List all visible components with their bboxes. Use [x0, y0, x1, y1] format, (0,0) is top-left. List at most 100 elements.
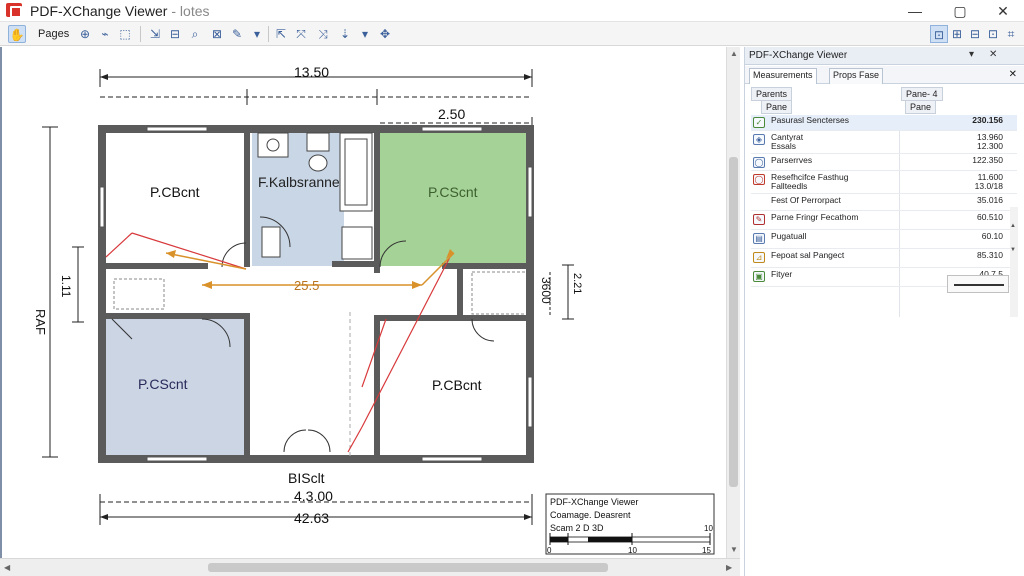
shield-icon: ◈ — [753, 134, 765, 145]
room-bottom-right-label: P.CBcnt — [432, 377, 482, 393]
column-header-right-1[interactable]: Pane- 4 — [901, 87, 943, 101]
panel-scroll-down-icon[interactable]: ▼ — [1010, 247, 1016, 253]
dim-left-small-label: 1.11 — [59, 275, 73, 298]
dim-right-label: 3600 — [539, 277, 553, 304]
column-header-left-1[interactable]: Parents — [751, 87, 793, 101]
scale-start-label: 0 — [547, 546, 552, 555]
typewriter-icon[interactable]: ⊠ — [208, 25, 226, 43]
attachments-icon[interactable]: ⌗ — [1002, 25, 1020, 43]
minimize-button[interactable]: — — [900, 2, 930, 20]
row-name: Resefhcifce Fasthug Fallteedls — [771, 172, 849, 191]
document-view[interactable]: 13.50 2.50 RAF 1.11 3600 2.21 25.5 P.CBc… — [0, 47, 726, 558]
row-value: 11.600 13.0/18 — [974, 172, 1003, 191]
toolbar-separator — [140, 26, 141, 42]
list-item[interactable]: ▤ Pugatuall 60.10 — [751, 231, 1017, 249]
pages-label[interactable]: Pages — [38, 28, 69, 40]
hand-tool-icon[interactable]: ✋ — [8, 25, 26, 43]
list-item[interactable]: ◯ Resefhcifce Fasthug Fallteedls 11.600 … — [751, 172, 1017, 194]
title-bar: PDF-XChange Viewer - lotes — ▢ ✕ — [0, 0, 1024, 22]
bookmarks-icon[interactable]: ⊟ — [966, 25, 984, 43]
pencil-icon: ✎ — [753, 214, 765, 225]
panel-tabs: Measurements Props Fase ✕ — [745, 66, 1024, 84]
row-name: Pugatuall — [771, 231, 807, 241]
ruler-icon: ⊿ — [753, 252, 765, 263]
zoom-in-icon[interactable]: ⊕ — [76, 25, 94, 43]
scale-mid-label: 10 — [628, 546, 637, 555]
row-name: Fityer — [771, 269, 793, 279]
list-item[interactable]: ◈ Cantyrat Essals 13.960 12.300 — [751, 132, 1017, 154]
horizontal-scroll-thumb[interactable] — [208, 563, 608, 572]
vertical-scrollbar[interactable]: ▲ ▼ — [726, 47, 740, 558]
line-tool-icon[interactable]: ⤨ — [314, 25, 332, 43]
measurements-panel: PDF-XChange Viewer ▾ ✕ Measurements Prop… — [744, 47, 1024, 576]
circle-icon: ◯ — [753, 157, 765, 168]
panel-pin-icon[interactable]: ▾ — [969, 49, 974, 60]
scroll-down-icon[interactable]: ▼ — [730, 545, 738, 554]
arrow-tool-icon[interactable]: ⇱ — [272, 25, 290, 43]
close-button[interactable]: ✕ — [988, 2, 1018, 20]
row-name: Parserrves — [771, 155, 813, 165]
pencil-icon[interactable]: ✎ — [228, 25, 246, 43]
title-block-line2: Coamage. Deasrent — [550, 510, 631, 520]
toolbar-separator — [268, 26, 269, 42]
room-top-center-label: F.Kalbsranne — [258, 174, 340, 190]
maximize-button[interactable]: ▢ — [945, 2, 975, 20]
row-name: Fepoat sal Pangect — [771, 250, 845, 260]
chevron-down-icon[interactable]: ▾ — [248, 25, 266, 43]
window-title-sub: - lotes — [167, 3, 210, 19]
title-block-line3: Scam 2 D 3D — [550, 523, 604, 533]
window-title-main: PDF-XChange Viewer — [30, 3, 168, 19]
row-name: Cantyrat Essals — [771, 132, 804, 151]
column-header-right-2[interactable]: Pane — [905, 100, 937, 114]
scale-preview — [947, 275, 1009, 293]
snapshot-icon[interactable]: ⌁ — [96, 25, 114, 43]
callout-icon[interactable]: ⤧ — [292, 25, 310, 43]
room-top-left-label: P.CBcnt — [150, 184, 200, 200]
room-bottom-left-label: P.CScnt — [138, 376, 188, 392]
dim-right-small-label: 2.21 — [571, 273, 583, 294]
window-title: PDF-XChange Viewer - lotes — [30, 3, 210, 19]
list-item[interactable]: ✎ Parne Fringr Fecathom 60.510 — [751, 212, 1017, 230]
dim-left-label: RAF — [33, 309, 48, 335]
comments-icon[interactable]: ⊡ — [984, 25, 1002, 43]
vertical-scroll-thumb[interactable] — [729, 157, 738, 487]
list-item[interactable]: ◯ Parserrves 122.350 — [751, 155, 1017, 171]
floor-plan-drawing: 13.50 2.50 RAF 1.11 3600 2.21 25.5 P.CBc… — [33, 64, 715, 555]
select-icon[interactable]: ⬚ — [116, 25, 134, 43]
list-item[interactable]: ✓ Pasurasl Sencterses 230.156 — [751, 115, 1017, 131]
list-item[interactable]: Fest Of Perrorpact 35.016 — [751, 195, 1017, 211]
panel-close-icon[interactable]: ✕ — [989, 49, 997, 60]
row-name: Pasurasl Sencterses — [771, 115, 849, 125]
scroll-left-icon[interactable]: ◀ — [4, 563, 10, 572]
panel-scroll-up-icon[interactable]: ▲ — [1010, 223, 1016, 229]
row-value: 85.310 — [977, 250, 1003, 260]
dim-bottom-2-label: 42.63 — [294, 510, 329, 526]
row-value: 230.156 — [972, 115, 1003, 125]
dim-bottom-1-label: 4.3.00 — [294, 488, 333, 504]
measure-perimeter-icon[interactable]: ⌕ — [186, 25, 204, 43]
scroll-right-icon[interactable]: ▶ — [726, 563, 732, 572]
horizontal-scrollbar[interactable]: ◀ ▶ — [0, 558, 740, 576]
document-icon: ▤ — [753, 233, 765, 244]
column-header-left-2[interactable]: Pane — [761, 100, 793, 114]
bottom-label: BISclt — [288, 470, 325, 486]
row-value: 60.510 — [977, 212, 1003, 222]
row-name: Fest Of Perrorpact — [771, 195, 841, 205]
chevron-down-icon[interactable]: ▾ — [356, 25, 374, 43]
checkmark-icon: ✓ — [753, 117, 765, 128]
measure-distance-icon[interactable]: ⇲ — [146, 25, 164, 43]
list-item[interactable]: ⊿ Fepoat sal Pangect 85.310 — [751, 250, 1017, 268]
panel-layout-icon[interactable]: ⊡ — [930, 25, 948, 43]
thumbnails-icon[interactable]: ⊞ — [948, 25, 966, 43]
app-logo-icon — [6, 3, 22, 18]
tab-properties[interactable]: Props Fase — [829, 68, 884, 84]
tab-measurements[interactable]: Measurements — [749, 68, 817, 84]
scroll-up-icon[interactable]: ▲ — [730, 49, 738, 58]
main-toolbar: ✋ Pages ⊕ ⌁ ⬚ ⇲ ⊟ ⌕ ⊠ ✎ ▾ ⇱ ⤧ ⤨ ⇣ ▾ ✥ ⊡ … — [0, 22, 1024, 46]
row-value: 122.350 — [972, 155, 1003, 165]
measure-area-icon[interactable]: ⊟ — [166, 25, 184, 43]
pin-icon[interactable]: ⇣ — [336, 25, 354, 43]
magic-tool-icon[interactable]: ✥ — [376, 25, 394, 43]
tab-close-icon[interactable]: ✕ — [1009, 69, 1017, 80]
row-name: Parne Fringr Fecathom — [771, 212, 859, 222]
